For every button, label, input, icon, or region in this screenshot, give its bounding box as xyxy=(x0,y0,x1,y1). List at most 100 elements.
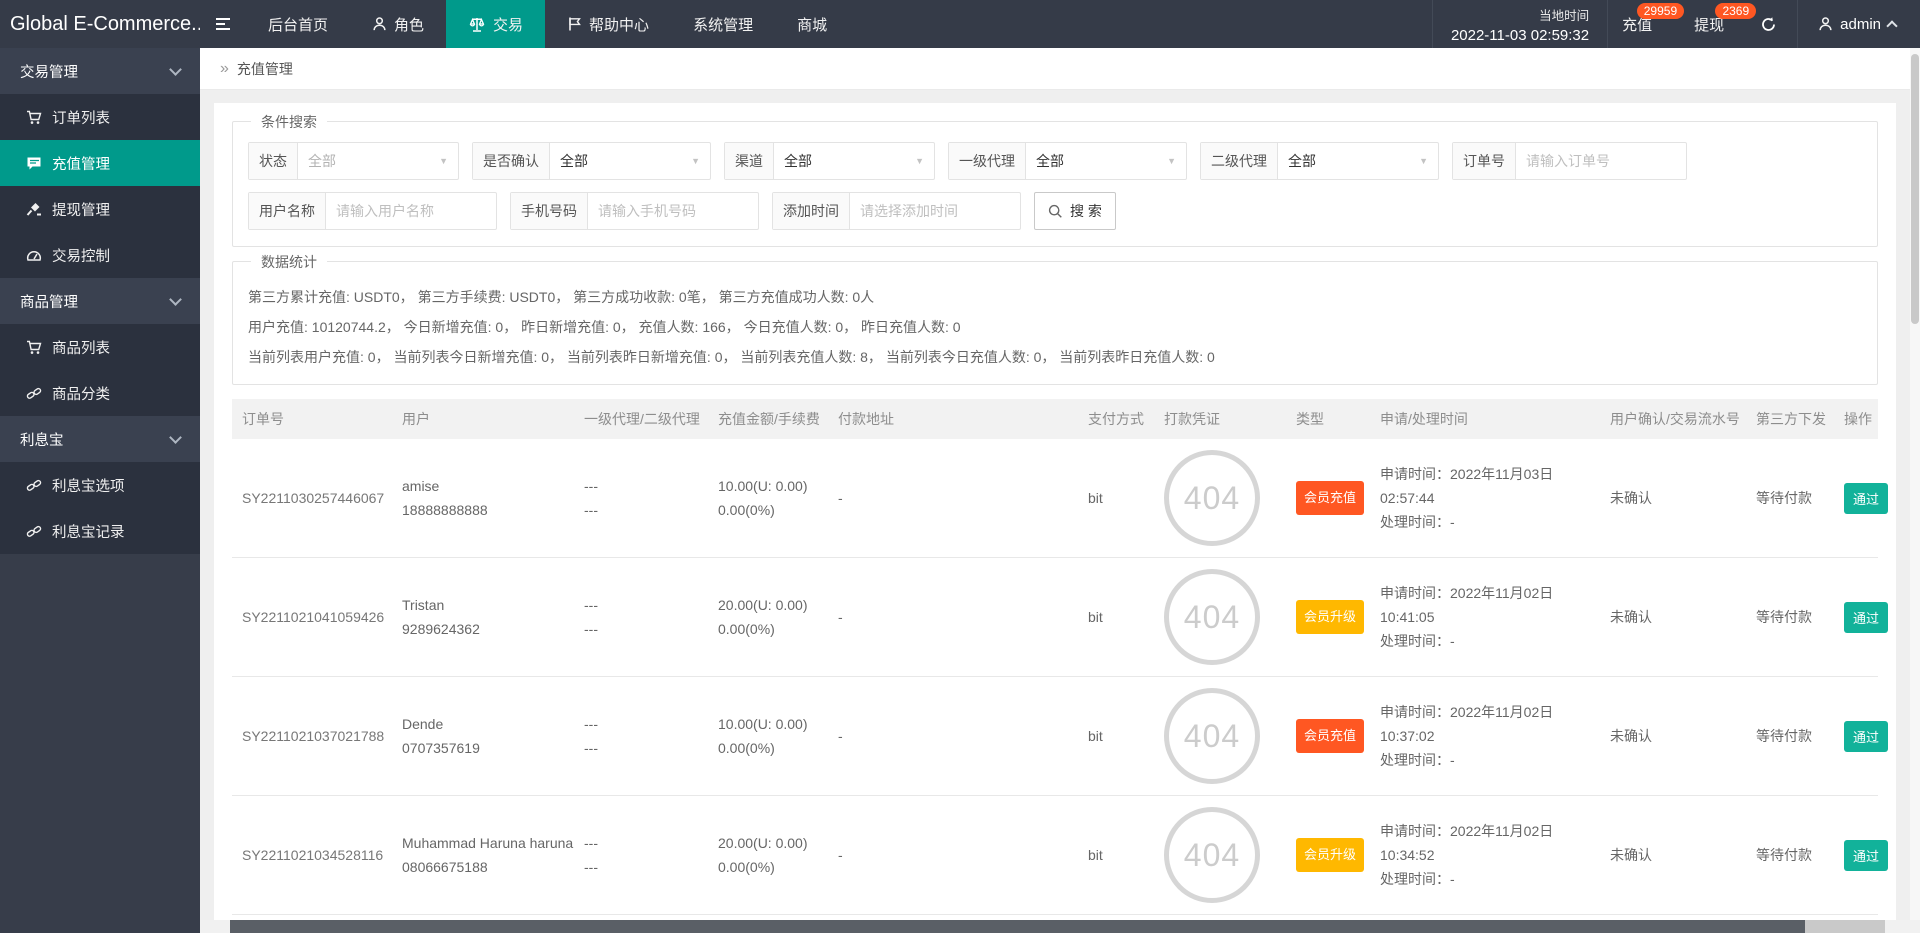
nav-label: 商城 xyxy=(797,14,827,35)
add-time-input[interactable] xyxy=(860,193,1010,229)
chevron-down-icon xyxy=(169,63,182,76)
stats-line-user: 用户充值: 10120744.2， 今日新增充值: 0， 昨日新增充值: 0， … xyxy=(248,312,1862,342)
status-value: 全部 xyxy=(308,151,336,171)
user-phone: 0707357619 xyxy=(402,736,574,760)
agent-level2: --- xyxy=(584,736,708,760)
phone-group: 手机号码 xyxy=(510,192,759,230)
nav-label: 交易 xyxy=(493,14,523,35)
topbar-right: 当地时间 2022-11-03 02:59:32 充值 29959 提现 236… xyxy=(1432,0,1920,48)
user-name: Dende xyxy=(402,712,574,736)
stats-legend: 数据统计 xyxy=(251,252,327,272)
order-no-input[interactable] xyxy=(1526,143,1676,179)
voucher-404-image[interactable]: 404 xyxy=(1164,688,1260,784)
agents-cell: --- --- xyxy=(574,593,708,641)
refresh-icon xyxy=(1760,16,1777,33)
agent2-value: 全部 xyxy=(1288,151,1316,171)
caret-down-icon: ▼ xyxy=(691,156,700,166)
order-no-group: 订单号 xyxy=(1452,142,1687,180)
user-avatar-icon xyxy=(1818,16,1833,32)
nav-trade[interactable]: 交易 xyxy=(446,0,545,48)
amount-cell: 10.00(U: 0.00) 0.00(0%) xyxy=(708,474,828,522)
type-badge: 会员充值 xyxy=(1296,481,1364,515)
horizontal-scrollbar[interactable] xyxy=(200,920,1920,933)
nav-label: 帮助中心 xyxy=(589,14,649,35)
search-button[interactable]: 搜 索 xyxy=(1034,192,1116,230)
sidebar-item-interest-records[interactable]: 利息宝记录 xyxy=(0,508,200,554)
fee: 0.00(0%) xyxy=(718,855,828,879)
fee: 0.00(0%) xyxy=(718,617,828,641)
username-input[interactable] xyxy=(336,193,486,229)
sidebar-group-label: 利息宝 xyxy=(20,429,64,450)
horizontal-scrollbar-thumb[interactable] xyxy=(230,920,1805,933)
sidebar-item-trade-control[interactable]: 交易控制 xyxy=(0,232,200,278)
agent1-label: 一级代理 xyxy=(949,143,1026,179)
table-row: SY2211021041059426 Tristan 9289624362 --… xyxy=(232,558,1878,677)
table-header: 订单号 用户 一级代理/二级代理 充值金额/手续费 付款地址 支付方式 打款凭证… xyxy=(232,399,1878,439)
topbar: Global E-Commerce... 后台首页 角色 交易 xyxy=(0,0,1920,48)
user-confirm-cell: 未确认 xyxy=(1600,605,1746,629)
user-cell: Muhammad Haruna haruna 08066675188 xyxy=(392,831,574,879)
agent1-select[interactable]: 一级代理 全部 ▼ xyxy=(948,142,1187,180)
col-actions: 操作 xyxy=(1834,409,1878,429)
agent-level2: --- xyxy=(584,855,708,879)
approve-button[interactable]: 通过 xyxy=(1844,840,1888,871)
user-name: Muhammad Haruna haruna xyxy=(402,831,574,855)
agents-cell: --- --- xyxy=(574,474,708,522)
voucher-404-image[interactable]: 404 xyxy=(1164,450,1260,546)
table-row: SY2211030257446067 amise 18888888888 ---… xyxy=(232,439,1878,558)
voucher-404-image[interactable]: 404 xyxy=(1164,807,1260,903)
sidebar-item-goods-list[interactable]: 商品列表 xyxy=(0,324,200,370)
action-cell: 通过 xyxy=(1834,602,1888,633)
nav-roles[interactable]: 角色 xyxy=(350,0,446,48)
status-label: 状态 xyxy=(249,143,298,179)
link-icon xyxy=(26,478,42,493)
cart-icon xyxy=(26,110,42,125)
nav-help-center[interactable]: 帮助中心 xyxy=(545,0,671,48)
sidebar-item-withdraw-management[interactable]: 提现管理 xyxy=(0,186,200,232)
nav-mall[interactable]: 商城 xyxy=(775,0,849,48)
status-select[interactable]: 状态 全部 ▼ xyxy=(248,142,459,180)
phone-input[interactable] xyxy=(598,193,748,229)
gavel-icon xyxy=(26,202,42,217)
vertical-scrollbar[interactable] xyxy=(1910,48,1920,920)
local-time-value: 2022-11-03 02:59:32 xyxy=(1451,27,1589,44)
agent2-select[interactable]: 二级代理 全部 ▼ xyxy=(1200,142,1439,180)
sidebar-item-interest-options[interactable]: 利息宝选项 xyxy=(0,462,200,508)
brand-title: Global E-Commerce... xyxy=(0,0,200,48)
approve-button[interactable]: 通过 xyxy=(1844,602,1888,633)
confirm-select[interactable]: 是否确认 全部 ▼ xyxy=(472,142,711,180)
time-cell: 申请时间：2022年11月02日 10:37:02 处理时间：- xyxy=(1370,700,1600,772)
comment-icon xyxy=(26,156,42,171)
recharge-amount: 20.00(U: 0.00) xyxy=(718,831,828,855)
voucher-cell: 404 xyxy=(1154,688,1286,784)
username-group: 用户名称 xyxy=(248,192,497,230)
approve-button[interactable]: 通过 xyxy=(1844,483,1888,514)
stats-line-current-list: 当前列表用户充值: 0， 当前列表今日新增充值: 0， 当前列表昨日新增充值: … xyxy=(248,342,1862,372)
pay-method-cell: bit xyxy=(1078,486,1154,510)
search-icon xyxy=(1048,204,1063,219)
sidebar-item-recharge-management[interactable]: 充值管理 xyxy=(0,140,200,186)
recharge-amount: 20.00(U: 0.00) xyxy=(718,593,828,617)
collapse-menu-icon[interactable] xyxy=(200,0,246,48)
vertical-scrollbar-thumb[interactable] xyxy=(1911,54,1919,324)
type-cell: 会员充值 xyxy=(1286,481,1370,515)
user-menu[interactable]: admin xyxy=(1798,0,1920,48)
third-party-cell: 等待付款 xyxy=(1746,605,1834,629)
nav-system[interactable]: 系统管理 xyxy=(671,0,775,48)
nav-dashboard[interactable]: 后台首页 xyxy=(246,0,350,48)
voucher-404-image[interactable]: 404 xyxy=(1164,569,1260,665)
type-cell: 会员充值 xyxy=(1286,719,1370,753)
sidebar-group-goods[interactable]: 商品管理 xyxy=(0,278,200,324)
sidebar-item-order-list[interactable]: 订单列表 xyxy=(0,94,200,140)
amount-cell: 10.00(U: 0.00) 0.00(0%) xyxy=(708,712,828,760)
breadcrumb: » 充值管理 xyxy=(200,48,1910,90)
channel-select[interactable]: 渠道 全部 ▼ xyxy=(724,142,935,180)
sidebar-item-goods-category[interactable]: 商品分类 xyxy=(0,370,200,416)
sidebar-group-interest[interactable]: 利息宝 xyxy=(0,416,200,462)
sidebar-group-trade[interactable]: 交易管理 xyxy=(0,48,200,94)
approve-button[interactable]: 通过 xyxy=(1844,721,1888,752)
agent-level1: --- xyxy=(584,712,708,736)
recharge-shortcut[interactable]: 充值 29959 xyxy=(1608,0,1668,48)
order-no-cell: SY2211021041059426 xyxy=(232,605,392,629)
gauge-icon xyxy=(26,248,42,263)
